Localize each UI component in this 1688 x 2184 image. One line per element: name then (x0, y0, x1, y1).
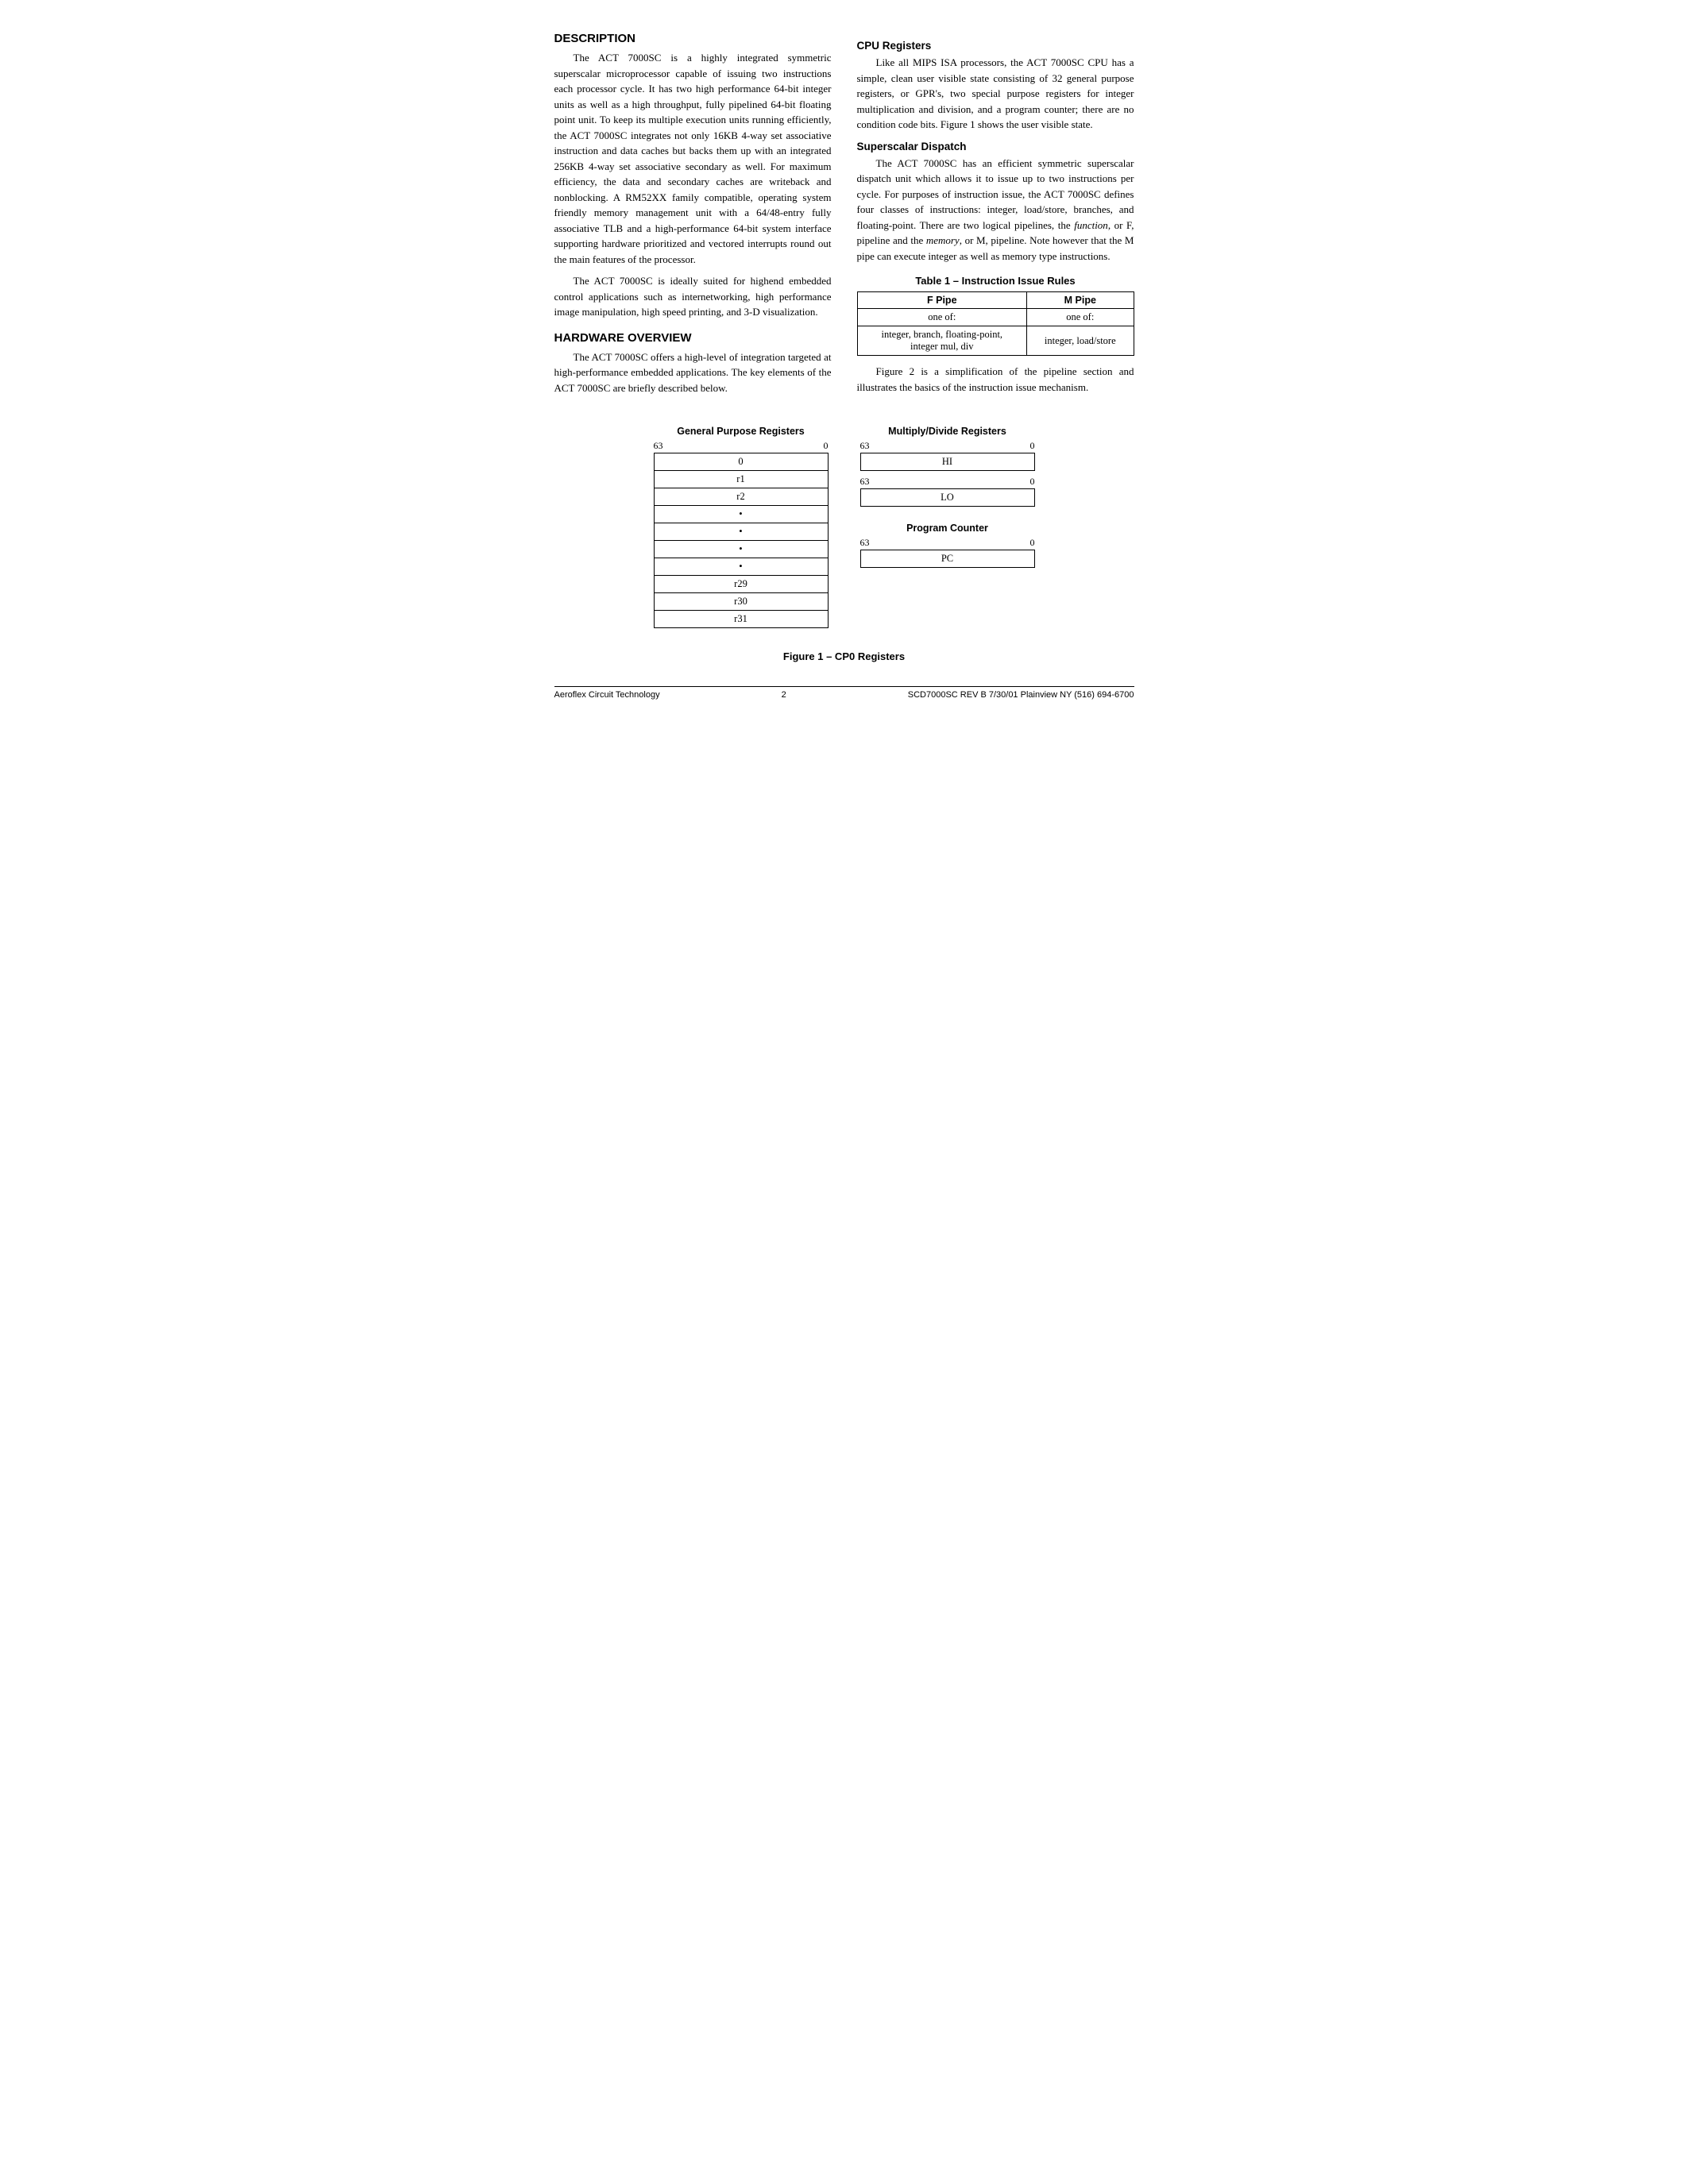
page: DESCRIPTION The ACT 7000SC is a highly i… (554, 32, 1134, 700)
lo-register: LO (860, 488, 1035, 507)
table-cell: one of: (857, 309, 1027, 326)
gpr-row-r1: r1 (654, 471, 829, 488)
program-counter-diagram: Program Counter 63 0 PC (860, 523, 1035, 568)
gpr-rows: 0 r1 r2 • • • • r29 r30 r31 (654, 453, 829, 628)
hardware-title: HARDWARE OVERVIEW (554, 331, 832, 345)
pc-title: Program Counter (906, 523, 988, 534)
gpr-row-r30: r30 (654, 593, 829, 611)
table-cell: one of: (1027, 309, 1134, 326)
gpr-row-r29: r29 (654, 576, 829, 593)
gpr-bit-low: 0 (824, 440, 829, 452)
pc-bit-labels: 63 0 (860, 537, 1035, 549)
gpr-row-dot4: • (654, 558, 829, 576)
two-col-top: DESCRIPTION The ACT 7000SC is a highly i… (554, 32, 1134, 402)
table-cell-mpipe-ops: integer, load/store (1027, 326, 1134, 356)
hardware-para-1: The ACT 7000SC offers a high-level of in… (554, 349, 832, 396)
pc-bit-high: 63 (860, 537, 870, 549)
figure-caption: Figure 1 – CP0 Registers (554, 650, 1134, 662)
footer-center: 2 (782, 690, 786, 700)
superscalar-title: Superscalar Dispatch (857, 141, 1134, 152)
gpr-bit-labels: 63 0 (654, 440, 829, 452)
right-diagrams: Multiply/Divide Registers 63 0 HI 63 0 L… (860, 426, 1035, 568)
gpr-diagram: General Purpose Registers 63 0 0 r1 r2 •… (654, 426, 829, 628)
hi-register: HI (860, 453, 1035, 471)
gpr-row-r2: r2 (654, 488, 829, 506)
md-title: Multiply/Divide Registers (888, 426, 1006, 437)
table-row: one of: one of: (857, 309, 1134, 326)
footer: Aeroflex Circuit Technology 2 SCD7000SC … (554, 686, 1134, 700)
left-column: DESCRIPTION The ACT 7000SC is a highly i… (554, 32, 832, 402)
footer-right: SCD7000SC REV B 7/30/01 Plainview NY (51… (908, 690, 1134, 700)
footer-left: Aeroflex Circuit Technology (554, 690, 660, 700)
gpr-title: General Purpose Registers (677, 426, 804, 437)
table1-title: Table 1 – Instruction Issue Rules (857, 275, 1134, 287)
hi-bit-labels: 63 0 (860, 440, 1035, 452)
gpr-row-r31: r31 (654, 611, 829, 628)
figure-section: General Purpose Registers 63 0 0 r1 r2 •… (554, 426, 1134, 628)
lo-bit-labels: 63 0 (860, 476, 1035, 488)
description-para-1: The ACT 7000SC is a highly integrated sy… (554, 50, 832, 267)
cpu-registers-title: CPU Registers (857, 40, 1134, 52)
gpr-row-0: 0 (654, 453, 829, 471)
superscalar-para-2: Figure 2 is a simplification of the pipe… (857, 364, 1134, 395)
pc-register: PC (860, 550, 1035, 568)
gpr-row-dot3: • (654, 541, 829, 558)
description-para-2: The ACT 7000SC is ideally suited for hig… (554, 273, 832, 320)
gpr-bit-high: 63 (654, 440, 663, 452)
cpu-registers-para: Like all MIPS ISA processors, the ACT 70… (857, 55, 1134, 133)
superscalar-para-1: The ACT 7000SC has an efficient symmetri… (857, 156, 1134, 264)
instruction-issue-table: F Pipe M Pipe one of: one of: integer, b… (857, 291, 1134, 356)
table-header-fpipe: F Pipe (857, 292, 1027, 309)
table-row: integer, branch, floating-point,integer … (857, 326, 1134, 356)
right-column: CPU Registers Like all MIPS ISA processo… (857, 32, 1134, 402)
table-header-mpipe: M Pipe (1027, 292, 1134, 309)
multiply-divide-diagram: Multiply/Divide Registers 63 0 HI 63 0 L… (860, 426, 1035, 507)
hi-bit-low: 0 (1030, 440, 1035, 452)
hi-bit-high: 63 (860, 440, 870, 452)
gpr-row-dot2: • (654, 523, 829, 541)
pc-bit-low: 0 (1030, 537, 1035, 549)
description-title: DESCRIPTION (554, 32, 832, 45)
lo-bit-low: 0 (1030, 476, 1035, 488)
table-cell-fpipe-ops: integer, branch, floating-point,integer … (857, 326, 1027, 356)
gpr-row-dot1: • (654, 506, 829, 523)
lo-bit-high: 63 (860, 476, 870, 488)
